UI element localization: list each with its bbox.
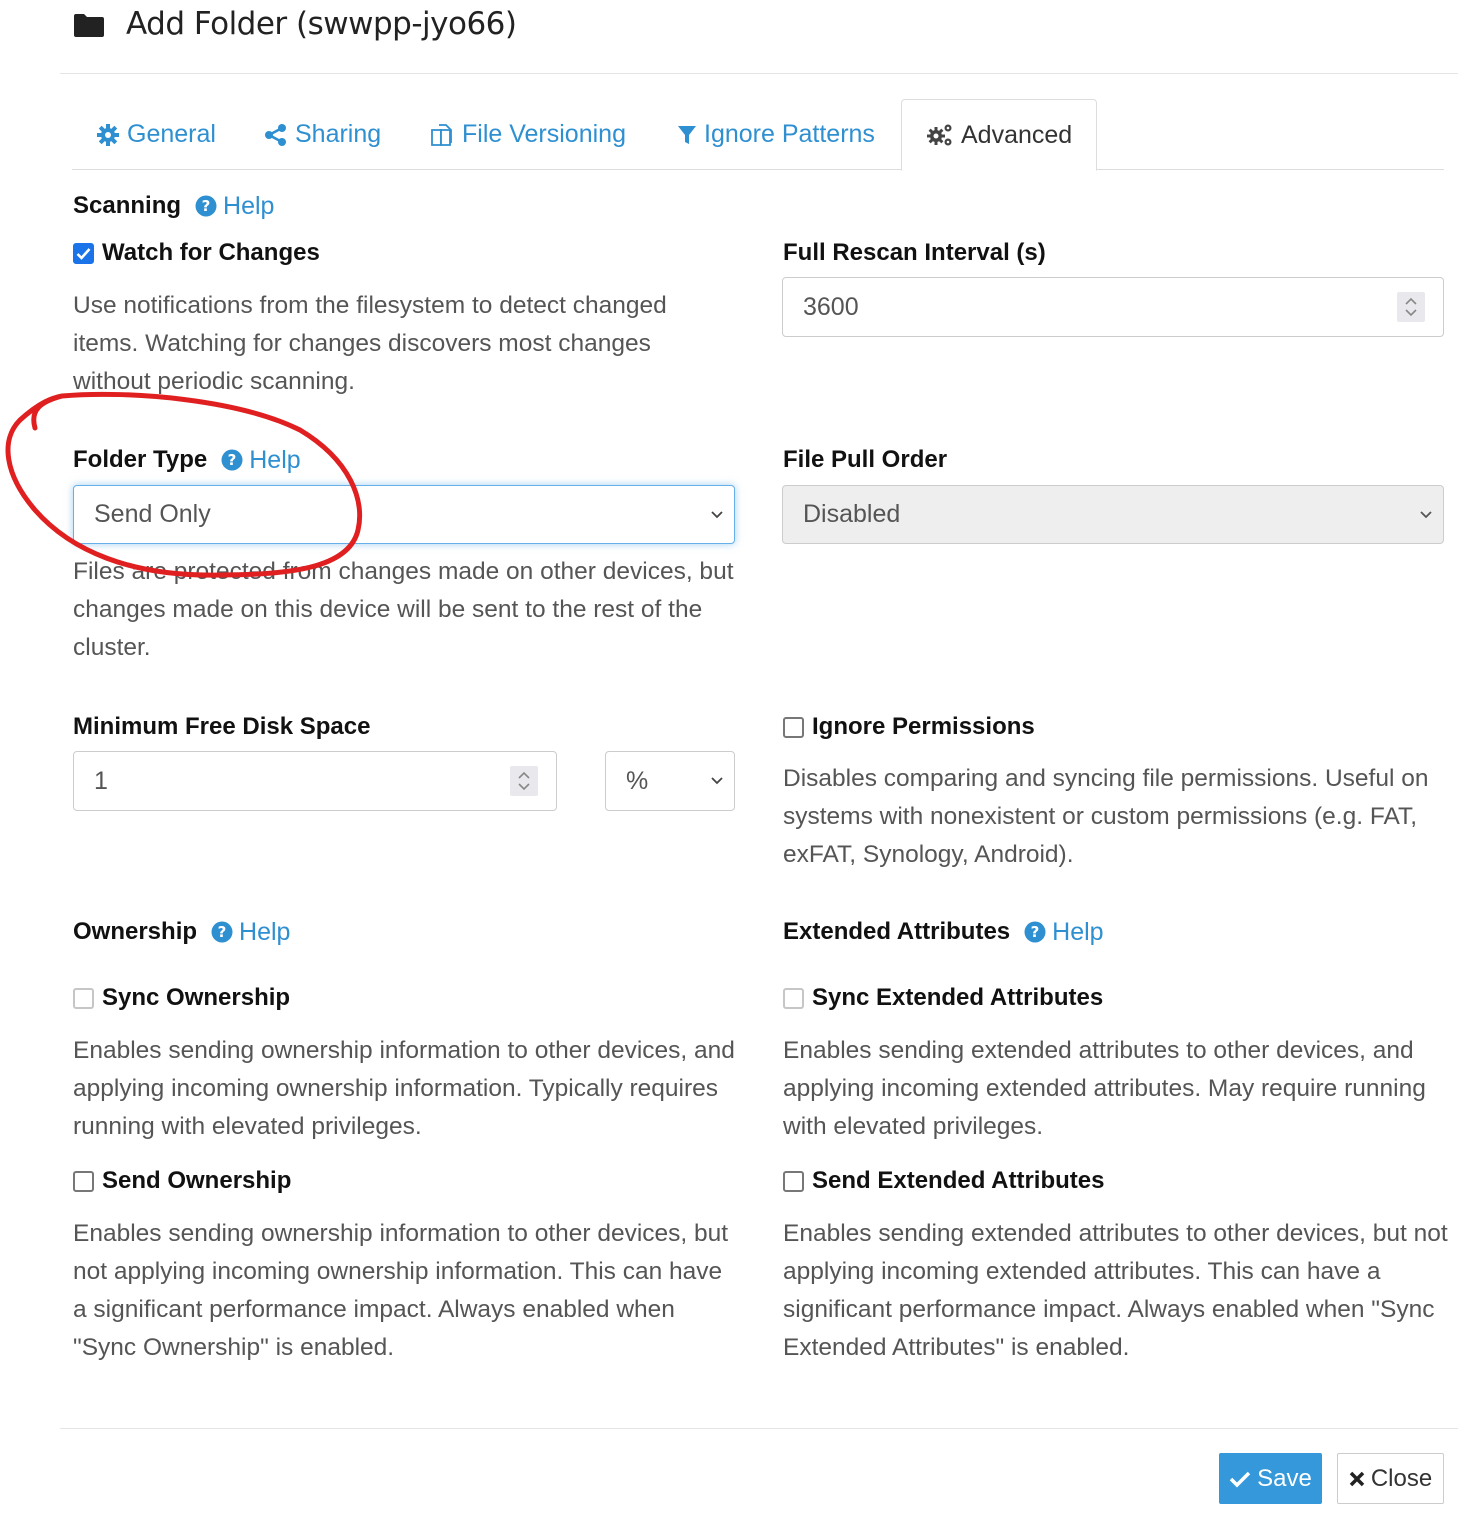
close-label: Close [1370, 1464, 1433, 1492]
checkbox-unchecked[interactable] [783, 1170, 804, 1192]
min-disk-space-unit: % [626, 766, 649, 795]
tab-label: Advanced [961, 120, 1073, 149]
svg-text:?: ? [228, 451, 237, 469]
help-text: Help [1052, 917, 1104, 946]
send-extended-attributes-description: Enables sending extended attributes to o… [783, 1220, 1448, 1361]
sync-ownership-label: Sync Ownership [102, 984, 291, 1011]
ignore-permissions-description: Disables comparing and syncing file perm… [783, 765, 1429, 868]
question-circle-icon: ? [195, 195, 217, 217]
folder-type-label-text: Folder Type [73, 446, 208, 473]
number-spinner[interactable] [510, 766, 538, 796]
folder-type-selected: Send Only [94, 500, 211, 528]
ownership-label: Ownership ? Help [73, 916, 290, 948]
scanning-help-link[interactable]: ? Help [195, 192, 274, 221]
tab-advanced[interactable]: Advanced [901, 99, 1098, 171]
file-pull-order-select[interactable]: Disabled [782, 485, 1444, 544]
rescan-interval-label: Full Rescan Interval (s) [783, 239, 1046, 266]
tab-label: Ignore Patterns [704, 120, 875, 148]
min-disk-space-value: 1 [94, 766, 108, 795]
tab-ignore-patterns[interactable]: Ignore Patterns [653, 99, 899, 170]
tab-sharing[interactable]: Sharing [240, 99, 405, 170]
file-pull-order-selected: Disabled [803, 500, 901, 528]
svg-text:?: ? [1031, 923, 1040, 941]
min-disk-space-unit-select[interactable]: % [605, 751, 735, 811]
spinner-arrows-icon [518, 771, 530, 791]
ignore-permissions-label: Ignore Permissions [812, 713, 1035, 740]
tab-label: File Versioning [462, 120, 626, 148]
sync-ownership-description: Enables sending ownership information to… [73, 1037, 735, 1140]
ignore-permissions-checkbox[interactable]: Ignore Permissions [783, 712, 1035, 742]
question-circle-icon: ? [221, 449, 243, 471]
watch-for-changes-label: Watch for Changes [102, 239, 320, 266]
folder-type-help-link[interactable]: ? Help [221, 445, 301, 475]
watch-for-changes-description: Use notifications from the filesystem to… [73, 292, 667, 395]
tab-file-versioning[interactable]: File Versioning [405, 99, 650, 170]
checkbox-unchecked[interactable] [783, 716, 804, 738]
scanning-label-text: Scanning [73, 192, 182, 219]
tab-bar: General Sharing File Versioning Ignore P… [72, 99, 1444, 171]
folder-type-label: Folder Type ? Help [73, 444, 301, 476]
help-text: Help [223, 191, 275, 220]
sync-extended-attributes-label: Sync Extended Attributes [812, 984, 1104, 1011]
dialog-header: Add Folder (swwpp-jyo66) [60, 0, 1458, 74]
gears-icon [927, 124, 952, 146]
send-extended-attributes-checkbox[interactable]: Send Extended Attributes [783, 1166, 1104, 1196]
sync-ownership-checkbox[interactable]: Sync Ownership [73, 983, 290, 1013]
checkbox-unchecked[interactable] [73, 987, 94, 1009]
copy-icon [431, 123, 452, 146]
svg-text:?: ? [202, 197, 211, 215]
extended-attributes-label: Extended Attributes ? Help [783, 916, 1104, 948]
save-label: Save [1257, 1464, 1312, 1492]
save-button[interactable]: Save [1219, 1453, 1322, 1504]
extended-attributes-label-text: Extended Attributes [783, 918, 1011, 945]
help-text: Help [239, 917, 291, 946]
rescan-interval-value: 3600 [803, 292, 859, 321]
checkmark-icon [76, 247, 91, 260]
rescan-interval-input[interactable]: 3600 [782, 277, 1444, 337]
gear-icon [97, 123, 119, 146]
watch-for-changes-checkbox[interactable]: Watch for Changes [73, 238, 320, 268]
folder-type-select[interactable]: Send Only [73, 485, 735, 544]
tab-general[interactable]: General [72, 99, 240, 170]
chevron-down-icon [711, 510, 723, 518]
filter-icon [678, 125, 696, 144]
send-ownership-checkbox[interactable]: Send Ownership [73, 1166, 291, 1196]
sync-extended-attributes-description: Enables sending extended attributes to o… [783, 1037, 1426, 1140]
checkbox-unchecked[interactable] [73, 1170, 94, 1192]
sync-extended-attributes-checkbox[interactable]: Sync Extended Attributes [783, 983, 1103, 1013]
scanning-label: Scanning ? Help [73, 190, 274, 222]
close-button[interactable]: Close [1337, 1453, 1444, 1504]
footer-divider [60, 1428, 1458, 1429]
extended-attributes-help-link[interactable]: ? Help [1024, 917, 1104, 947]
file-pull-order-label: File Pull Order [783, 446, 948, 473]
send-extended-attributes-label: Send Extended Attributes [812, 1167, 1105, 1194]
ownership-help-link[interactable]: ? Help [211, 918, 290, 947]
chevron-down-icon [1420, 510, 1432, 518]
send-ownership-label: Send Ownership [102, 1167, 292, 1194]
question-circle-icon: ? [1024, 921, 1046, 943]
spinner-arrows-icon [1405, 297, 1417, 317]
svg-text:?: ? [218, 923, 227, 941]
checkbox-checked[interactable] [73, 242, 94, 264]
close-icon [1349, 1471, 1365, 1486]
min-disk-space-label: Minimum Free Disk Space [73, 713, 371, 740]
chevron-down-icon [711, 777, 723, 785]
send-ownership-description: Enables sending ownership information to… [73, 1220, 729, 1361]
help-text: Help [249, 445, 301, 474]
share-icon [265, 123, 286, 146]
number-spinner[interactable] [1397, 292, 1425, 322]
ownership-label-text: Ownership [73, 918, 198, 945]
check-icon [1229, 1471, 1251, 1487]
checkbox-unchecked[interactable] [783, 987, 804, 1009]
min-disk-space-input[interactable]: 1 [73, 751, 557, 811]
folder-icon [74, 14, 104, 37]
tab-label: Sharing [295, 120, 382, 148]
tab-label: General [127, 120, 216, 148]
dialog-title: Add Folder (swwpp-jyo66) [126, 6, 517, 42]
question-circle-icon: ? [211, 921, 233, 943]
folder-type-description: Files are protected from changes made on… [73, 558, 734, 661]
